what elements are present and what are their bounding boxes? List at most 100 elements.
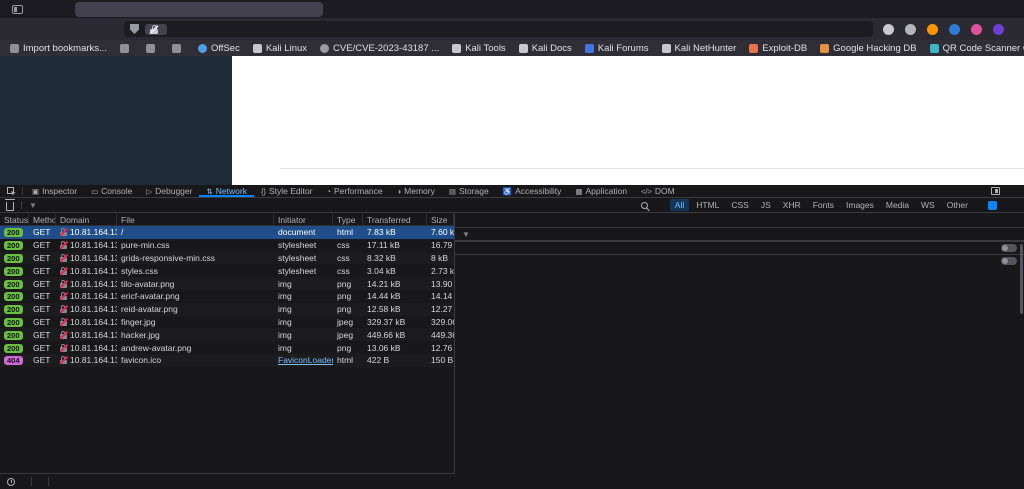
- devtools-tab[interactable]: </> DOM: [634, 185, 682, 197]
- page-dark-section: [0, 56, 232, 185]
- method-cell: GET: [29, 227, 56, 237]
- transferred-cell: 3.04 kB: [363, 266, 427, 276]
- toolbar-extension-icon[interactable]: [905, 24, 916, 35]
- bookmark-item[interactable]: Kali NetHunter: [662, 43, 737, 54]
- table-row[interactable]: 200 GET 10.81.164.137:8... / document ht…: [0, 226, 454, 239]
- devtools-tab-icon: ▣: [32, 187, 39, 196]
- browser-tab[interactable]: [75, 2, 323, 17]
- firefox-view-icon[interactable]: [12, 5, 23, 14]
- type-cell: css: [333, 253, 363, 263]
- toolbar-extension-icon[interactable]: [949, 24, 960, 35]
- devtools-tab[interactable]: ▷ Debugger: [139, 185, 199, 197]
- split-console-icon[interactable]: [991, 187, 1000, 195]
- table-row[interactable]: 200 GET 10.81.164.137:8... pure-min.css …: [0, 239, 454, 252]
- column-header[interactable]: Domain: [56, 214, 117, 225]
- table-row[interactable]: 200 GET 10.81.164.137:8... andrew-avatar…: [0, 341, 454, 354]
- bookmark-item[interactable]: Kali Docs: [519, 43, 572, 54]
- devtools-tab[interactable]: ▦ Application: [568, 185, 634, 197]
- type-cell: png: [333, 343, 363, 353]
- raw-toggle[interactable]: [1001, 257, 1017, 265]
- devtools-tab[interactable]: ⇅ Network: [199, 185, 253, 197]
- bookmark-item[interactable]: Exploit-DB: [749, 43, 807, 54]
- not-secure-badge[interactable]: [145, 24, 167, 35]
- bookmark-item[interactable]: Kali Linux: [253, 43, 307, 54]
- table-row[interactable]: 200 GET 10.81.164.137:8... styles.css st…: [0, 264, 454, 277]
- bookmark-item[interactable]: OffSec: [198, 43, 240, 54]
- devtools-toolbar: ▣ Inspector ▭ Console ▷ Debugger ⇅ Netwo…: [0, 185, 1024, 198]
- domain-cell: 10.81.164.137:8...: [56, 330, 117, 340]
- column-header[interactable]: Status: [0, 214, 29, 225]
- scrollbar-thumb[interactable]: [1020, 244, 1023, 314]
- toolbar-extension-icon[interactable]: [993, 24, 1004, 35]
- raw-toggle[interactable]: [1001, 244, 1017, 252]
- bookmark-item[interactable]: [172, 44, 185, 53]
- request-headers-section[interactable]: [455, 254, 1024, 267]
- bookmark-item[interactable]: Import bookmarks...: [10, 43, 107, 54]
- response-headers-section[interactable]: [455, 241, 1024, 254]
- type-filter-pill[interactable]: HTML: [691, 199, 724, 211]
- devtools-tab[interactable]: ◑ Memory: [390, 185, 442, 197]
- type-filter-pill[interactable]: Fonts: [808, 199, 839, 211]
- type-filter-pill[interactable]: XHR: [778, 199, 806, 211]
- method-cell: GET: [29, 330, 56, 340]
- initiator-cell: img: [274, 343, 333, 353]
- column-header[interactable]: Initiator: [274, 214, 333, 225]
- bookmark-item[interactable]: QR Code Scanner Onli...: [930, 43, 1024, 54]
- size-cell: 150 B: [427, 355, 454, 365]
- bookmark-label: OffSec: [211, 43, 240, 54]
- bookmark-item[interactable]: Kali Forums: [585, 43, 649, 54]
- clear-requests-icon[interactable]: [6, 202, 14, 211]
- devtools-tab[interactable]: ▭ Console: [84, 185, 139, 197]
- column-header[interactable]: File: [117, 214, 274, 225]
- devtools-tab[interactable]: ♿ Accessibility: [496, 185, 569, 197]
- initiator-cell: stylesheet: [274, 253, 333, 263]
- element-picker-icon[interactable]: [0, 187, 22, 196]
- transferred-cell: 13.06 kB: [363, 343, 427, 353]
- type-filter-pill[interactable]: CSS: [726, 199, 753, 211]
- toolbar-extension-icon[interactable]: [883, 24, 894, 35]
- table-row[interactable]: 200 GET 10.81.164.137:8... tilo-avatar.p…: [0, 277, 454, 290]
- tracking-protection-icon[interactable]: [130, 24, 139, 34]
- recent-posts-heading: [280, 161, 1024, 169]
- size-cell: 7.60 kB: [427, 227, 454, 237]
- toolbar-extension-icon[interactable]: [971, 24, 982, 35]
- type-filter-pill[interactable]: Images: [841, 199, 879, 211]
- type-filter-pill[interactable]: All: [670, 199, 689, 211]
- requests-table: StatusMethodDomainFileInitiatorTypeTrans…: [0, 214, 455, 489]
- bookmark-item[interactable]: CVE/CVE-2023-43187 ...: [320, 43, 439, 54]
- table-row[interactable]: 404 GET 10.81.164.137:8... favicon.ico F…: [0, 354, 454, 367]
- search-icon[interactable]: [641, 202, 648, 209]
- url-bar[interactable]: [124, 21, 873, 37]
- type-filter-pill[interactable]: WS: [916, 199, 940, 211]
- size-cell: 329.06...: [427, 317, 454, 327]
- bookmark-item[interactable]: Kali Tools: [452, 43, 506, 54]
- method-cell: GET: [29, 355, 56, 365]
- column-header[interactable]: Transferred: [363, 214, 427, 225]
- table-row[interactable]: 200 GET 10.81.164.137:8... reid-avatar.p…: [0, 303, 454, 316]
- type-filter-pill[interactable]: JS: [756, 199, 776, 211]
- type-filter-pill[interactable]: Other: [942, 199, 973, 211]
- table-row[interactable]: 200 GET 10.81.164.137:8... ericf-avatar.…: [0, 290, 454, 303]
- bookmark-item[interactable]: Google Hacking DB: [820, 43, 916, 54]
- devtools-tab[interactable]: ▤ Storage: [442, 185, 496, 197]
- column-header[interactable]: Size: [427, 214, 454, 225]
- column-header[interactable]: Method: [29, 214, 56, 225]
- table-row[interactable]: 200 GET 10.81.164.137:8... grids-respons…: [0, 252, 454, 265]
- devtools-tab[interactable]: ▣ Inspector: [25, 185, 84, 197]
- toolbar-extension-icon[interactable]: [927, 24, 938, 35]
- sidebar-caret-icon[interactable]: [455, 214, 467, 227]
- bookmark-item[interactable]: [146, 44, 159, 53]
- bookmark-item[interactable]: [120, 44, 133, 53]
- table-row[interactable]: 200 GET 10.81.164.137:8... finger.jpg im…: [0, 316, 454, 329]
- type-filter-pill[interactable]: Media: [881, 199, 914, 211]
- size-cell: 449.36...: [427, 330, 454, 340]
- devtools-tab-label: Style Editor: [269, 186, 312, 196]
- bookmark-icon: [120, 44, 129, 53]
- table-row[interactable]: 200 GET 10.81.164.137:8... hacker.jpg im…: [0, 328, 454, 341]
- file-cell: /: [117, 227, 274, 237]
- column-header[interactable]: Type: [333, 214, 363, 225]
- devtools-tab[interactable]: ◔ Performance: [319, 185, 389, 197]
- disable-cache-checkbox[interactable]: [988, 201, 997, 210]
- devtools-tab[interactable]: {} Style Editor: [254, 185, 319, 197]
- insecure-lock-icon: [60, 292, 67, 300]
